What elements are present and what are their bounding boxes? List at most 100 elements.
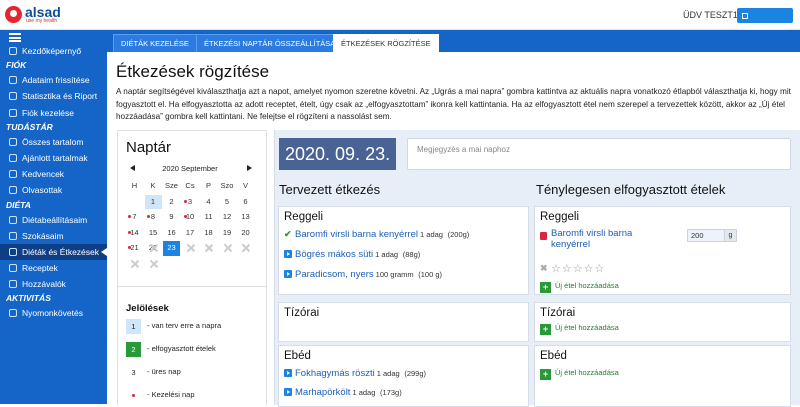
calendar-day[interactable]: 20 xyxy=(237,226,254,241)
calendar-day[interactable]: 9 xyxy=(163,210,180,225)
add-food-button[interactable]: + Új étel hozzáadása xyxy=(540,281,619,293)
day-note-input[interactable]: Megjegyzés a mai naphoz xyxy=(407,138,791,170)
legend-swatch: 1 xyxy=(126,318,141,334)
food-name: Bögrés mákos süti xyxy=(295,249,374,260)
food-name-line1: Baromfi virsli barna xyxy=(551,228,633,239)
weekday-label: V xyxy=(242,181,248,190)
calendar-day xyxy=(200,257,217,272)
legend-swatch: 3 xyxy=(126,364,141,380)
sidebar-item-label: Szokásaim xyxy=(22,230,64,241)
calendar-grid: H K Sze Cs P Szo V 1 2 3 4 5 6 7 8 9 10 11 12 13 14 15 16 17 18 1… xyxy=(126,179,256,272)
calendar-day[interactable]: 5 xyxy=(219,195,236,210)
tab[interactable]: ÉTKEZÉSI NAPTÁR ÖSSZEÁLLÍTÁSA xyxy=(196,34,344,52)
rating-stars[interactable]: ☆☆☆☆☆ xyxy=(551,262,605,275)
sidebar-item[interactable]: Kezdőképernyő xyxy=(0,43,107,59)
legend-title: Jelölések xyxy=(126,303,169,314)
eat-arrow-icon[interactable] xyxy=(284,388,292,396)
planned-food-item[interactable]: Bögrés mákos süti 1 adag (88g) xyxy=(284,249,420,260)
grams-unit: g xyxy=(724,230,736,241)
tab[interactable]: ÉTKEZÉSEK RÖGZÍTÉSE xyxy=(333,34,439,52)
calendar-day[interactable]: 4 xyxy=(200,195,217,210)
sidebar: Kezdőképernyő FIÓK Adataim frissítése Stati… xyxy=(0,30,107,404)
sidebar-item[interactable]: Receptek xyxy=(0,260,107,276)
legend-label: - van terv erre a napra xyxy=(147,321,222,330)
sidebar-item[interactable]: Nyomonkövetés xyxy=(0,305,107,321)
add-food-button[interactable]: + Új étel hozzáadása xyxy=(540,368,619,380)
legend-swatch xyxy=(126,387,141,403)
logo[interactable]: alsad use my health xyxy=(5,4,80,25)
calendar-day[interactable]: 3 xyxy=(182,195,199,210)
calendar-day[interactable]: 18 xyxy=(200,226,217,241)
calendar-day[interactable]: 7 xyxy=(126,210,143,225)
sidebar-item-label: Kezdőképernyő xyxy=(22,46,82,56)
sidebar-section-heading: DIÉTA xyxy=(6,199,31,210)
weekday-label: Szo xyxy=(220,181,234,190)
add-food-label: Új étel hozzáadása xyxy=(555,368,619,377)
treatment-day-marker xyxy=(128,230,131,234)
grams-input[interactable]: 200 g xyxy=(687,229,737,242)
calendar-day[interactable]: 12 xyxy=(219,210,236,225)
calendar-day[interactable]: 2 xyxy=(163,195,180,210)
eat-arrow-icon[interactable] xyxy=(284,270,292,278)
calendar-day xyxy=(182,257,199,272)
sidebar-item[interactable]: Szokásaim xyxy=(0,228,107,244)
top-bar: alsad use my health ÜDV TESZT1! Kijelent… xyxy=(0,0,800,35)
sidebar-item[interactable]: Adataim frissítése xyxy=(0,72,107,88)
sidebar-item[interactable]: Összes tartalom xyxy=(0,134,107,150)
clear-rating-icon[interactable]: ✖ xyxy=(540,263,548,274)
calendar-day[interactable]: 1 xyxy=(144,194,162,209)
tab[interactable]: DIÉTÁK KEZELÉSE xyxy=(113,34,197,52)
eat-arrow-icon[interactable] xyxy=(284,369,292,377)
sidebar-item[interactable]: Statisztika és Riport xyxy=(0,88,107,104)
calendar-panel: Naptár 2020 September H K Sze Cs P Szo V 1 2 3 4 5 6… xyxy=(117,130,267,405)
calendar-day[interactable]: 6 xyxy=(237,195,254,210)
meal-title: Ebéd xyxy=(540,350,567,362)
calendar-day xyxy=(126,257,143,272)
sidebar-item-label: Nyomonkövetés xyxy=(22,308,83,319)
calendar-day[interactable]: 22 xyxy=(145,241,162,256)
planned-food-item[interactable]: Paradicsom, nyers 100 gramm (100 g) xyxy=(284,269,442,280)
consumed-meal-card: Reggeli Baromfi virsli barna kenyérrel 20… xyxy=(534,206,791,295)
calendar-day xyxy=(237,241,254,256)
planned-food-item[interactable]: Fokhagymás röszti 1 adag (299g) xyxy=(284,368,426,379)
calendar-day[interactable]: 16 xyxy=(163,226,180,241)
sidebar-item[interactable]: Diétabeállításaim xyxy=(0,212,107,228)
calendar-day[interactable]: 13 xyxy=(237,210,254,225)
trash-icon[interactable] xyxy=(540,232,547,240)
list-icon xyxy=(9,137,17,146)
calendar-day[interactable]: 14 xyxy=(126,226,143,241)
check-icon[interactable]: ✔ xyxy=(284,229,292,240)
legend-item: 1 - van terv erre a napra xyxy=(126,318,221,334)
sidebar-item[interactable]: Hozzávalók xyxy=(0,276,107,292)
food-grams: (173g) xyxy=(380,388,402,397)
weekday-label: Cs xyxy=(185,181,195,190)
next-month-button[interactable] xyxy=(247,164,252,173)
hamburger-menu-icon[interactable] xyxy=(9,33,21,42)
sidebar-item[interactable]: Fiók kezelése xyxy=(0,105,107,121)
add-food-button[interactable]: + Új étel hozzáadása xyxy=(540,323,619,335)
calendar-day[interactable]: 8 xyxy=(145,210,162,225)
sidebar-item[interactable]: Ajánlott tartalmak xyxy=(0,150,107,166)
planned-food-item[interactable]: Marhapörkölt 1 adag (173g) xyxy=(284,387,402,398)
food-amount: 100 gramm xyxy=(375,270,414,279)
calendar-day[interactable]: 10 xyxy=(182,210,199,225)
calendar-day[interactable]: 17 xyxy=(182,226,199,241)
calendar-day[interactable]: 19 xyxy=(219,226,236,241)
food-name-line2: kenyérrel xyxy=(551,239,591,250)
sidebar-item[interactable]: Diéták és Étkezések xyxy=(0,243,107,261)
add-food-label: Új étel hozzáadása xyxy=(555,323,619,332)
calendar-day[interactable]: 23 xyxy=(163,241,180,256)
eat-arrow-icon[interactable] xyxy=(284,250,292,258)
calendar-day[interactable]: 11 xyxy=(200,210,217,225)
star-icon xyxy=(9,153,17,162)
logout-button[interactable]: Kijelentkezés xyxy=(737,8,793,35)
planned-food-item[interactable]: ✔ Baromfi virsli barna kenyérrel 1 adag (2… xyxy=(284,229,469,240)
calendar-day[interactable]: 15 xyxy=(145,226,162,241)
sidebar-item[interactable]: Olvasottak xyxy=(0,182,107,198)
consumed-food-item[interactable]: Baromfi virsli barna kenyérrel xyxy=(551,228,632,250)
sidebar-item[interactable]: Kedvencek xyxy=(0,166,107,182)
calendar-day[interactable]: 21 xyxy=(126,241,143,256)
unavailable-day-icon xyxy=(150,260,158,268)
planned-meal-card: Tízórai xyxy=(278,302,529,342)
calendar-nav: 2020 September xyxy=(126,164,254,176)
